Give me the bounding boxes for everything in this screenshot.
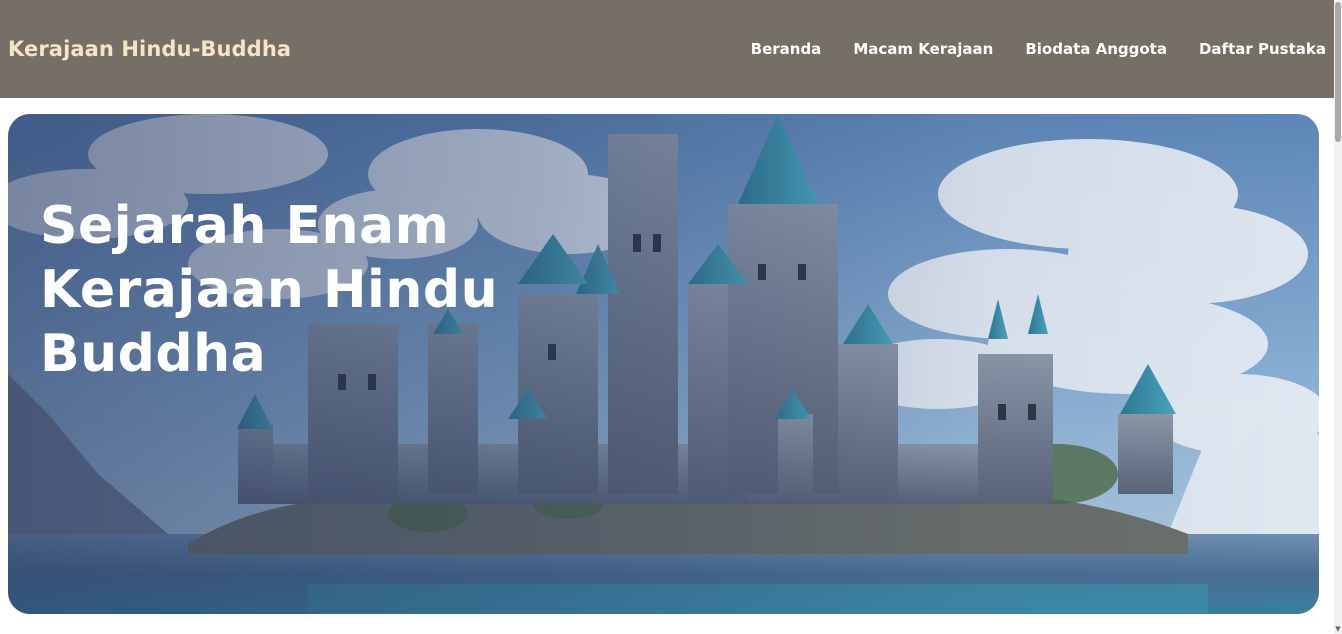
navbar: Kerajaan Hindu-Buddha Beranda Macam Kera… bbox=[0, 0, 1334, 98]
nav-link-macam-kerajaan[interactable]: Macam Kerajaan bbox=[853, 40, 993, 58]
hero-banner: Sejarah Enam Kerajaan Hindu Buddha bbox=[8, 114, 1319, 614]
hero-title: Sejarah Enam Kerajaan Hindu Buddha bbox=[40, 196, 499, 384]
nav-link-daftar-pustaka[interactable]: Daftar Pustaka bbox=[1199, 40, 1326, 58]
nav-link-biodata-anggota[interactable]: Biodata Anggota bbox=[1025, 40, 1167, 58]
nav-link-beranda[interactable]: Beranda bbox=[751, 40, 822, 58]
page-scrollbar[interactable]: ▼ bbox=[1334, 0, 1342, 634]
scroll-down-icon[interactable]: ▼ bbox=[1334, 624, 1342, 634]
scrollbar-thumb[interactable] bbox=[1335, 2, 1341, 142]
site-brand[interactable]: Kerajaan Hindu-Buddha bbox=[8, 37, 291, 61]
nav-menu: Beranda Macam Kerajaan Biodata Anggota D… bbox=[751, 40, 1326, 58]
